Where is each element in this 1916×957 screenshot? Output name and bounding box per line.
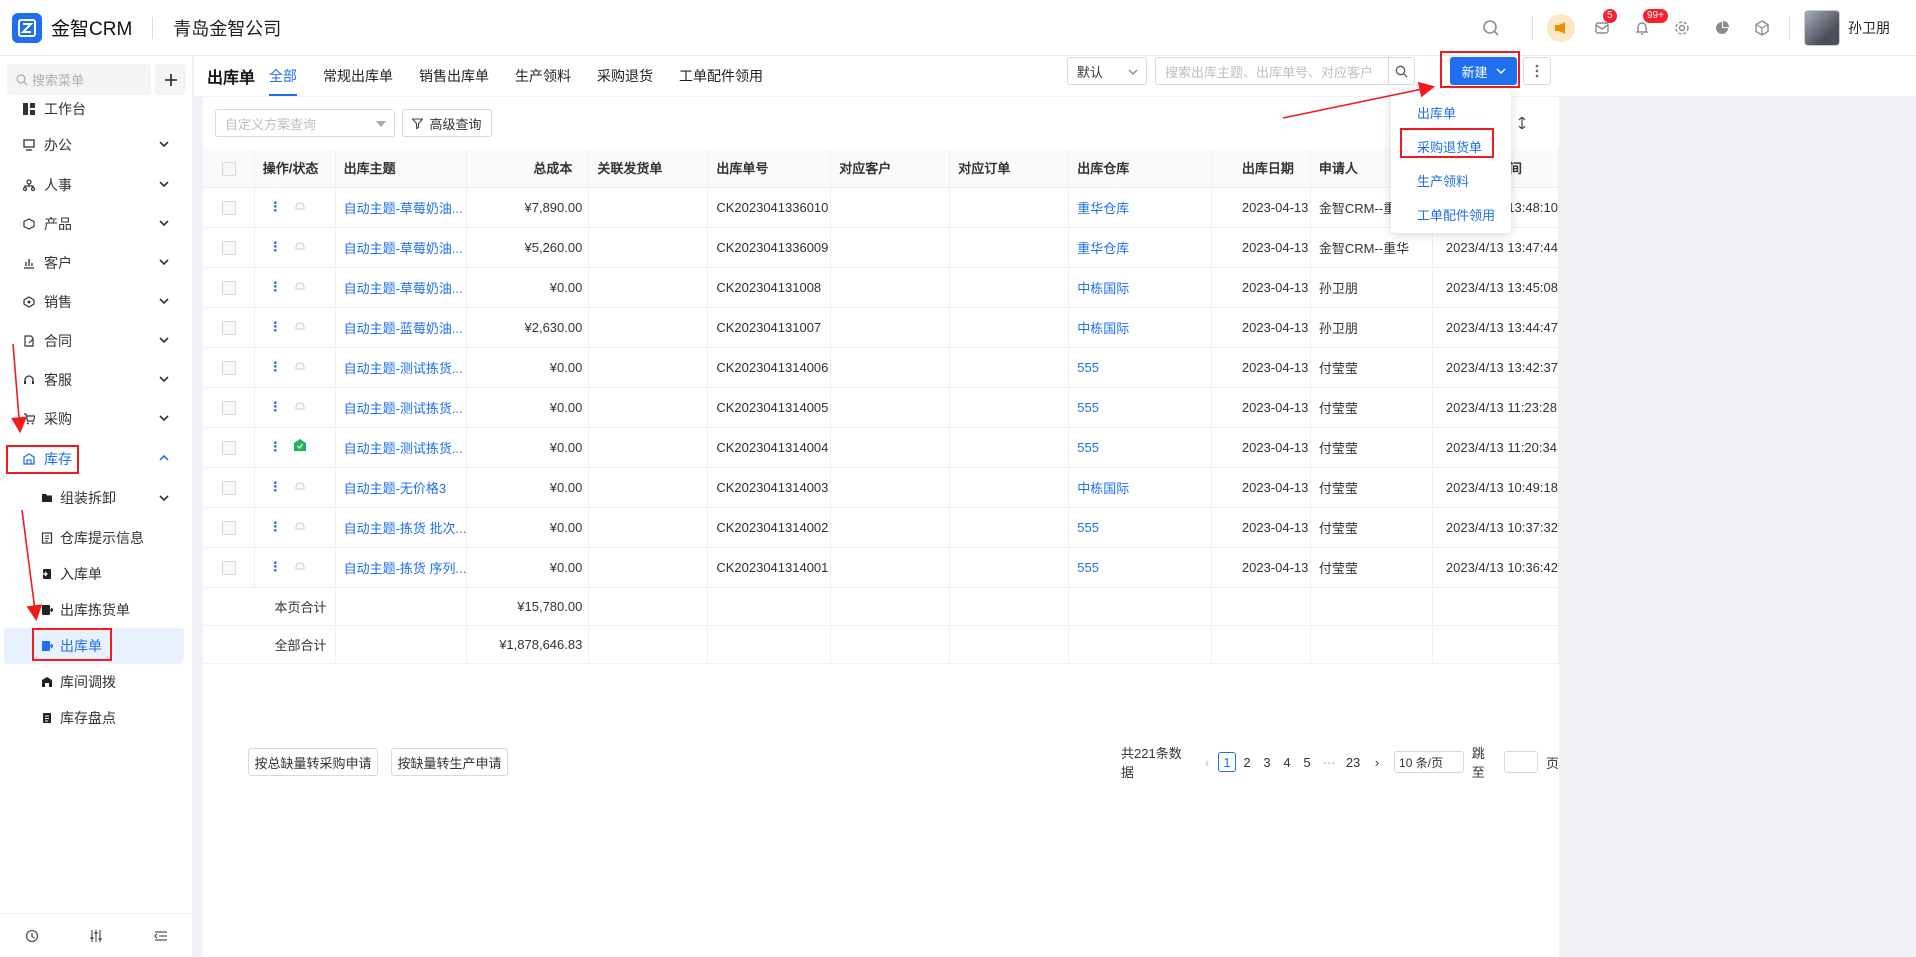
annotation-arrows [10, 81, 1436, 622]
